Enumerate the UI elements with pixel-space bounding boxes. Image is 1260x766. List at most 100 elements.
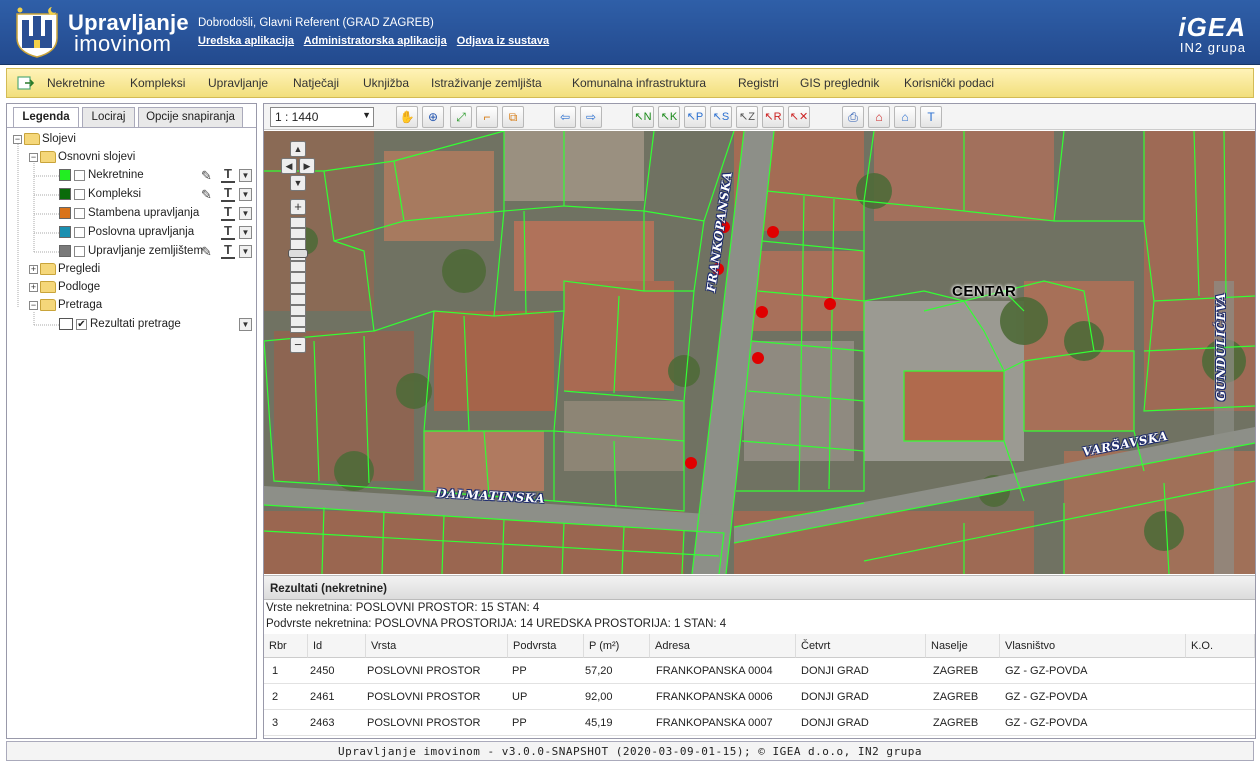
col-header-id[interactable]: Id [308, 634, 366, 658]
tab-opcije-snapiranja[interactable]: Opcije snapiranja [138, 107, 243, 127]
edit-pencil-icon[interactable]: ✎ [201, 168, 217, 184]
link-admin-app[interactable]: Administratorska aplikacija [304, 35, 447, 47]
pan-up-icon[interactable]: ▲ [290, 141, 306, 157]
zoom-in-icon[interactable]: + [290, 199, 306, 215]
menu-korisnicki-podaci[interactable]: Korisnički podaci [904, 76, 994, 90]
layer-kompleksi: Kompleksi [59, 188, 141, 204]
layer-options-dropdown[interactable]: ▼ [239, 207, 252, 220]
home-icon[interactable]: ⌂ [894, 106, 916, 128]
menu-uknjizba[interactable]: Uknjižba [363, 76, 409, 90]
property-marker[interactable] [685, 457, 697, 469]
map-canvas[interactable]: FRANKOPANSKA DALMATINSKA VARŠAVSKA GUNDU… [264, 131, 1255, 574]
layer-visibility-checkbox-checked[interactable]: ✔ [76, 318, 87, 330]
expand-icon[interactable]: + [29, 264, 38, 274]
expand-icon[interactable]: + [29, 282, 38, 292]
chevron-down-icon: ▼ [362, 110, 371, 120]
col-header-ko[interactable]: K.O. [1186, 634, 1255, 658]
tree-node-pregledi[interactable]: + Pregledi [29, 263, 100, 279]
text-label-icon[interactable]: T [221, 205, 235, 221]
report-home-icon[interactable]: ⌂ [868, 106, 890, 128]
collapse-icon[interactable]: − [13, 134, 22, 144]
edit-pencil-icon[interactable]: ✎ [201, 187, 217, 203]
menu-kompleksi[interactable]: Kompleksi [130, 76, 185, 90]
col-header-podvrsta[interactable]: Podvrsta [508, 634, 584, 658]
text-label-icon[interactable]: T [221, 167, 235, 183]
map-panel: 1 : 1440 ▼ ✋ ⊕ ⤢ ⌐ ⧉ ⇦ ⇨ ↖N ↖K ↖P ↖S ↖Z … [263, 103, 1256, 739]
layer-color-swatch [59, 226, 71, 238]
menu-upravljanje[interactable]: Upravljanje [208, 76, 268, 90]
collapse-icon[interactable]: − [29, 300, 38, 310]
layer-upravljanje-zemljistem: Upravljanje zemljištem [59, 245, 203, 261]
pan-left-icon[interactable]: ◀ [281, 158, 297, 174]
menu-natjecaji[interactable]: Natječaji [293, 76, 339, 90]
collapse-icon[interactable]: − [29, 152, 38, 162]
zoom-extent-icon[interactable]: ⤢ [450, 106, 472, 128]
select-p-icon[interactable]: ↖P [684, 106, 706, 128]
pan-right-icon[interactable]: ▶ [299, 158, 315, 174]
table-row[interactable]: 1 2450 POSLOVNI PROSTOR PP 57,20 FRANKOP… [264, 658, 1255, 684]
menu-nekretnine[interactable]: Nekretnine [47, 76, 105, 90]
clear-selection-icon[interactable]: ↖✕ [788, 106, 810, 128]
layer-options-dropdown[interactable]: ▼ [239, 226, 252, 239]
zoom-out-icon[interactable]: − [290, 337, 306, 353]
col-header-rbr[interactable]: Rbr [264, 634, 308, 658]
tree-node-osnovni-slojevi[interactable]: − Osnovni slojevi [29, 151, 135, 167]
zoom-slider-handle[interactable] [288, 249, 308, 258]
app-title-line2: imovinom [74, 31, 172, 56]
property-marker[interactable] [767, 226, 779, 238]
table-row[interactable]: 3 2463 POSLOVNI PROSTOR PP 45,19 FRANKOP… [264, 710, 1255, 736]
layer-options-dropdown[interactable]: ▼ [239, 169, 252, 182]
previous-extent-icon[interactable]: ⇦ [554, 106, 576, 128]
pan-hand-icon[interactable]: ✋ [396, 106, 418, 128]
pan-down-icon[interactable]: ▼ [290, 175, 306, 191]
select-kompleksi-icon[interactable]: ↖K [658, 106, 680, 128]
link-logout[interactable]: Odjava iz sustava [457, 35, 549, 47]
col-header-povrsina[interactable]: P (m²) [584, 634, 650, 658]
print-icon[interactable]: ⎙ [842, 106, 864, 128]
text-label-icon[interactable]: T [221, 224, 235, 240]
tree-node-podloge[interactable]: + Podloge [29, 281, 100, 297]
layer-visibility-checkbox[interactable] [74, 226, 85, 238]
layer-visibility-checkbox[interactable] [74, 207, 85, 219]
tree-node-slojevi[interactable]: − Slojevi [13, 133, 76, 149]
menu-gis-preglednik[interactable]: GIS preglednik [800, 76, 879, 90]
select-s-icon[interactable]: ↖S [710, 106, 732, 128]
menu-registri[interactable]: Registri [738, 76, 779, 90]
text-export-icon[interactable]: T [920, 106, 942, 128]
export-icon[interactable] [17, 74, 35, 92]
menu-istrazivanje-zemljista[interactable]: Istraživanje zemljišta [431, 76, 542, 90]
edit-pencil-icon[interactable]: ✎ [201, 244, 217, 260]
results-summary-subtypes: Podvrste nekretnina: POSLOVNA PROSTORIJA… [266, 618, 727, 630]
col-header-vlasnistvo[interactable]: Vlasništvo [1000, 634, 1186, 658]
layer-options-dropdown[interactable]: ▼ [239, 245, 252, 258]
property-marker[interactable] [824, 298, 836, 310]
table-row[interactable]: 2 2461 POSLOVNI PROSTOR UP 92,00 FRANKOP… [264, 684, 1255, 710]
select-r-icon[interactable]: ↖R [762, 106, 784, 128]
layer-options-dropdown[interactable]: ▼ [239, 188, 252, 201]
link-office-app[interactable]: Uredska aplikacija [198, 35, 294, 47]
col-header-cetvrt[interactable]: Četvrt [796, 634, 926, 658]
tree-node-pretraga[interactable]: − Pretraga [29, 299, 102, 315]
select-nekretnine-icon[interactable]: ↖N [632, 106, 654, 128]
col-header-adresa[interactable]: Adresa [650, 634, 796, 658]
text-label-icon[interactable]: T [221, 243, 235, 259]
layer-options-dropdown[interactable]: ▼ [239, 318, 252, 331]
property-marker[interactable] [756, 306, 768, 318]
tab-lociraj[interactable]: Lociraj [82, 107, 135, 127]
layer-color-swatch [59, 188, 71, 200]
next-extent-icon[interactable]: ⇨ [580, 106, 602, 128]
col-header-naselje[interactable]: Naselje [926, 634, 1000, 658]
property-marker[interactable] [752, 352, 764, 364]
layer-visibility-checkbox[interactable] [74, 245, 85, 257]
scale-select[interactable]: 1 : 1440 ▼ [270, 107, 374, 127]
zoom-box-icon[interactable]: ⊕ [422, 106, 444, 128]
layer-visibility-checkbox[interactable] [74, 169, 85, 181]
col-header-vrsta[interactable]: Vrsta [366, 634, 508, 658]
measure-area-icon[interactable]: ⧉ [502, 106, 524, 128]
measure-length-icon[interactable]: ⌐ [476, 106, 498, 128]
text-label-icon[interactable]: T [221, 186, 235, 202]
menu-komunalna-infrastruktura[interactable]: Komunalna infrastruktura [572, 76, 706, 90]
layer-visibility-checkbox[interactable] [74, 188, 85, 200]
select-z-icon[interactable]: ↖Z [736, 106, 758, 128]
zoom-slider-track[interactable] [290, 217, 306, 333]
